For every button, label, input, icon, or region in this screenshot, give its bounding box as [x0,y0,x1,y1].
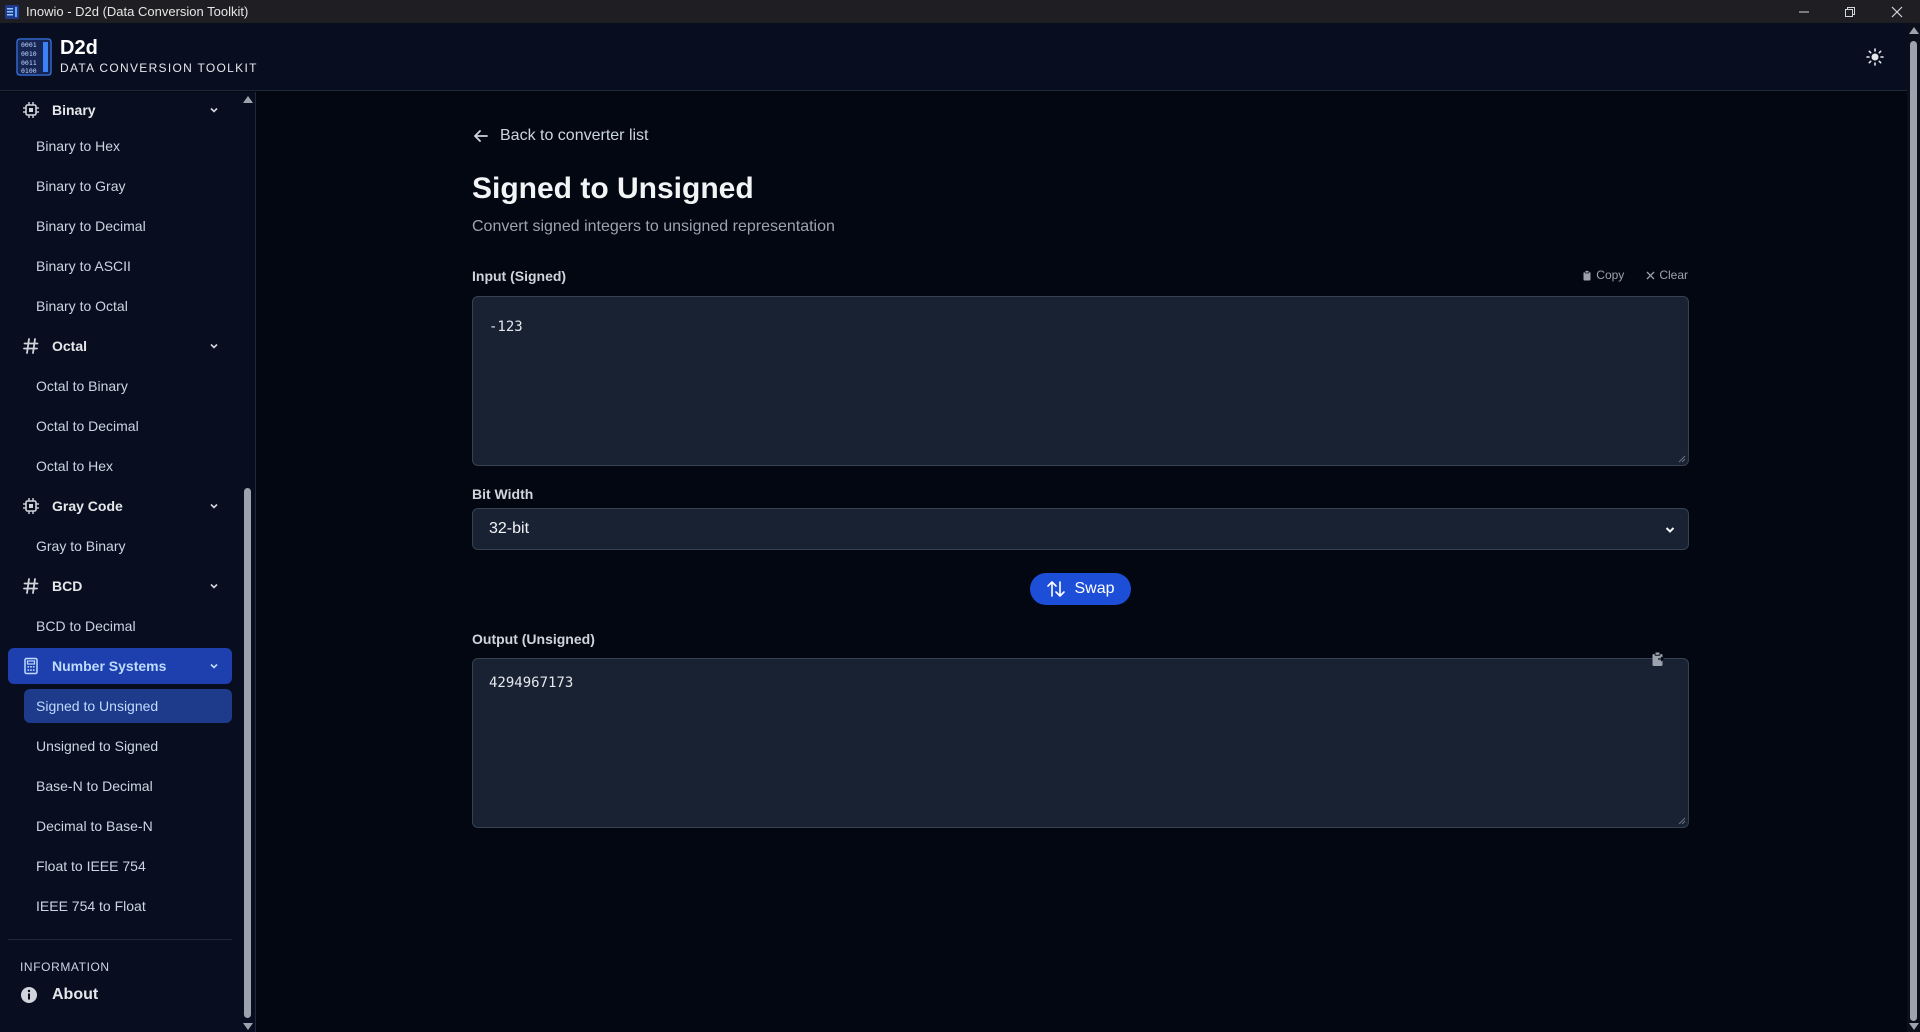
sidebar-item-binary-to-octal[interactable]: Binary to Octal [24,289,232,323]
cpu-icon [22,497,40,515]
signed-input-textarea[interactable]: -123 [472,296,1689,466]
calculator-icon [22,657,40,675]
clear-label: Clear [1659,268,1688,282]
sidebar-item-octal-to-decimal[interactable]: Octal to Decimal [24,409,232,443]
main-scrollbar-thumb[interactable] [1910,41,1917,1021]
svg-text:0100: 0100 [21,67,37,75]
sidebar-item-bcd-to-decimal[interactable]: BCD to Decimal [24,609,232,643]
sidebar-category-octal[interactable]: Octal [8,328,232,364]
copy-output-button[interactable] [1649,650,1667,668]
sidebar-item-decimal-to-base-n[interactable]: Decimal to Base-N [24,809,232,843]
app-icon [5,4,19,19]
hash-icon [22,337,40,355]
input-label: Input (Signed) [472,268,567,284]
swap-vertical-icon [1047,581,1066,597]
chevron-down-icon [210,663,218,669]
sidebar-category-label: BCD [52,578,83,594]
sidebar-scrollbar-thumb[interactable] [244,488,251,1018]
bit-width-select[interactable]: 32-bit [472,508,1689,550]
output-value: 4294967173 [489,675,574,691]
d2d-logo: 0001 0010 0011 0100 [16,37,52,76]
close-window-button[interactable] [1874,0,1920,23]
chevron-down-icon [210,583,218,589]
sidebar-category-label: Number Systems [52,658,167,674]
unsigned-output-textarea[interactable]: 4294967173 [472,658,1689,828]
sidebar: Binary Binary to Hex Binary to Gray Bina… [0,92,256,1032]
sidebar-item-unsigned-to-signed[interactable]: Unsigned to Signed [24,729,232,763]
sidebar-item-octal-to-binary[interactable]: Octal to Binary [24,369,232,403]
sidebar-item-binary-to-gray[interactable]: Binary to Gray [24,169,232,203]
chevron-down-icon [210,107,218,113]
page-title: Signed to Unsigned [472,172,754,205]
clipboard-icon [1583,269,1591,280]
svg-text:0001: 0001 [21,41,37,49]
info-icon [21,987,37,1003]
sidebar-divider [8,939,232,940]
main-scrollbar[interactable] [1907,23,1920,1032]
sidebar-item-about[interactable]: About [20,982,98,1008]
sidebar-category-binary[interactable]: Binary [8,92,232,128]
brand: D2d DATA CONVERSION TOOLKIT [60,37,258,76]
resize-grip-icon[interactable] [1678,455,1686,463]
minimize-button[interactable] [1781,0,1827,23]
hash-icon [22,577,40,595]
restore-button[interactable] [1827,0,1873,23]
bit-width-label: Bit Width [472,486,534,502]
sidebar-category-label: Octal [52,338,88,354]
sidebar-section-heading: INFORMATION [20,960,110,974]
restore-icon [1845,6,1855,17]
clipboard-copy-icon [1652,651,1664,666]
minimize-icon [1799,11,1809,12]
chevron-down-icon [210,503,218,509]
brand-subtitle: DATA CONVERSION TOOLKIT [60,61,258,75]
copy-input-button[interactable]: Copy [1582,268,1624,282]
scroll-down-arrow[interactable] [243,1023,253,1030]
resize-grip-icon[interactable] [1678,817,1686,825]
scroll-down-arrow[interactable] [1909,1023,1919,1030]
sidebar-item-base-n-to-decimal[interactable]: Base-N to Decimal [24,769,232,803]
clear-input-button[interactable]: Clear [1646,268,1688,282]
window-title: Inowio - D2d (Data Conversion Toolkit) [26,4,249,19]
sidebar-item-gray-to-binary[interactable]: Gray to Binary [24,529,232,563]
app-header: 0001 0010 0011 0100 D2d DATA CONVERSION … [0,23,1907,91]
output-label: Output (Unsigned) [472,631,595,647]
brand-name: D2d [60,37,98,59]
input-actions: Copy Clear [1582,268,1688,282]
swap-label: Swap [1074,580,1115,597]
arrow-left-icon [474,130,488,142]
sidebar-about-label: About [52,986,99,1003]
sidebar-category-label: Gray Code [52,498,123,514]
svg-text:0010: 0010 [21,50,37,58]
swap-button[interactable]: Swap [1030,573,1131,605]
sidebar-item-float-to-ieee754[interactable]: Float to IEEE 754 [24,849,232,883]
sidebar-item-signed-to-unsigned[interactable]: Signed to Unsigned [24,689,232,723]
copy-label: Copy [1596,268,1625,282]
sidebar-category-gray-code[interactable]: Gray Code [8,488,232,524]
close-icon [1646,271,1655,279]
sidebar-item-ieee754-to-float[interactable]: IEEE 754 to Float [24,889,232,923]
sidebar-item-binary-to-hex[interactable]: Binary to Hex [24,129,232,163]
sidebar-item-octal-to-hex[interactable]: Octal to Hex [24,449,232,483]
input-value: -123 [489,319,523,335]
back-link-label: Back to converter list [500,127,649,144]
page-description: Convert signed integers to unsigned repr… [472,218,835,235]
chevron-down-icon [210,343,218,349]
sun-icon [1866,48,1884,66]
window-titlebar: Inowio - D2d (Data Conversion Toolkit) [0,0,1920,23]
theme-toggle-button[interactable] [1865,47,1885,67]
sidebar-item-binary-to-decimal[interactable]: Binary to Decimal [24,209,232,243]
scroll-up-arrow[interactable] [1909,27,1919,34]
bit-width-value: 32-bit [489,520,530,537]
cpu-icon [22,101,40,119]
svg-text:0011: 0011 [21,59,37,67]
sidebar-category-number-systems[interactable]: Number Systems [8,648,232,684]
sidebar-item-binary-to-ascii[interactable]: Binary to ASCII [24,249,232,283]
sidebar-scrollbar[interactable] [240,92,255,1032]
sidebar-category-label: Binary [52,102,96,118]
back-to-list-link[interactable]: Back to converter list [472,124,649,148]
scroll-up-arrow[interactable] [243,96,253,103]
close-icon [1891,6,1903,17]
chevron-down-icon [1665,527,1675,533]
sidebar-category-bcd[interactable]: BCD [8,568,232,604]
